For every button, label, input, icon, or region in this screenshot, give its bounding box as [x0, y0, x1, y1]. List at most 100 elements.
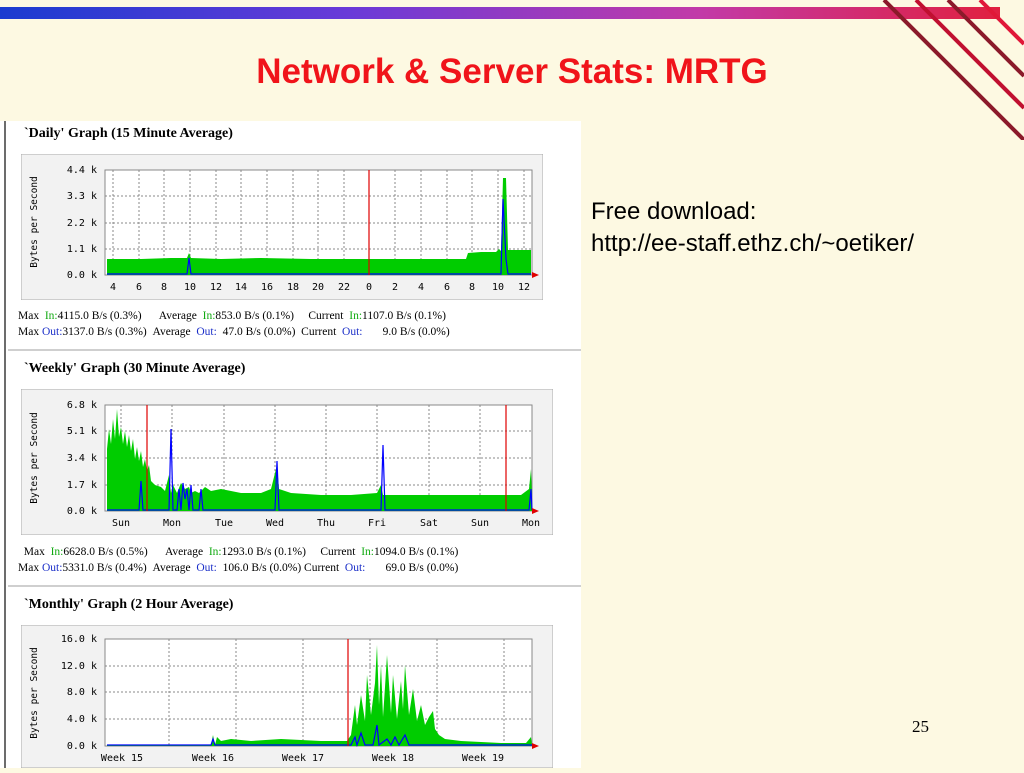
daily-ytick: 0.0 k: [67, 270, 97, 281]
monthly-xtick: Week 18: [372, 753, 414, 764]
weekly-max-out: 5331.0 B/s (0.4%): [62, 562, 147, 574]
out-label: Out:: [342, 326, 363, 338]
weekly-graph-title: `Weekly' Graph (30 Minute Average): [24, 361, 246, 376]
stat-label: Current: [320, 546, 356, 558]
page-number: 25: [912, 717, 929, 736]
monthly-graph: 16.0 k 12.0 k 8.0 k 4.0 k 0.0 k Week 15 …: [20, 624, 554, 773]
out-label: Out:: [344, 562, 366, 574]
weekly-cur-in: 1094.0 B/s (0.1%): [373, 546, 459, 558]
daily-xtick: 16: [261, 282, 273, 293]
monthly-ytick: 16.0 k: [61, 634, 97, 645]
out-label: Out:: [196, 562, 217, 574]
monthly-xtick: Week 15: [101, 753, 143, 764]
weekly-ylabel: Bytes per Second: [29, 412, 40, 504]
stat-label: Average: [158, 310, 197, 322]
weekly-avg-out: 106.0 B/s (0.0%): [222, 562, 302, 574]
weekly-xtick: Sat: [420, 518, 438, 529]
in-label: In:: [361, 546, 374, 558]
monthly-graph-title: `Monthly' Graph (2 Hour Average): [24, 597, 234, 612]
weekly-xtick: Sun: [471, 518, 489, 529]
monthly-ytick: 0.0 k: [67, 741, 97, 752]
daily-graph-title: `Daily' Graph (15 Minute Average): [24, 126, 233, 141]
daily-stats: Max In:4115.0 B/s (0.3%) Average In:853.…: [18, 308, 450, 340]
weekly-cur-out: 69.0 B/s (0.0%): [385, 562, 459, 574]
monthly-ylabel: Bytes per Second: [29, 647, 40, 739]
daily-xtick: 6: [444, 282, 450, 293]
daily-ylabel: Bytes per Second: [29, 176, 40, 268]
section-divider: [8, 585, 581, 587]
weekly-graph: 6.8 k 5.1 k 3.4 k 1.7 k 0.0 k Sun Mon Tu…: [20, 388, 554, 540]
daily-ytick: 1.1 k: [67, 244, 97, 255]
daily-xtick: 8: [469, 282, 475, 293]
in-label: In:: [349, 310, 363, 322]
weekly-graph-svg: 6.8 k 5.1 k 3.4 k 1.7 k 0.0 k Sun Mon Tu…: [20, 388, 554, 536]
download-info: Free download: http://ee-staff.ethz.ch/~…: [591, 196, 914, 260]
daily-xtick: 20: [312, 282, 324, 293]
monthly-ytick: 4.0 k: [67, 714, 97, 725]
daily-xtick: 10: [184, 282, 196, 293]
daily-xtick: 6: [136, 282, 142, 293]
out-label: Out:: [41, 562, 63, 574]
daily-xtick: 22: [338, 282, 350, 293]
download-url[interactable]: http://ee-staff.ethz.ch/~oetiker/: [591, 228, 914, 260]
weekly-ytick: 6.8 k: [67, 400, 97, 411]
daily-max-out: 3137.0 B/s (0.3%): [62, 326, 147, 338]
daily-xtick: 12: [518, 282, 530, 293]
monthly-graph-svg: 16.0 k 12.0 k 8.0 k 4.0 k 0.0 k Week 15 …: [20, 624, 554, 769]
daily-cur-out: 9.0 B/s (0.0%): [382, 326, 450, 338]
stat-label: Max: [18, 326, 40, 338]
stat-label: Current: [308, 310, 344, 322]
stat-label: Max: [23, 546, 45, 558]
daily-xtick: 0: [366, 282, 372, 293]
stat-label: Average: [152, 562, 191, 574]
weekly-avg-in: 1293.0 B/s (0.1%): [221, 546, 306, 558]
in-label: In:: [50, 546, 64, 558]
weekly-ytick: 0.0 k: [67, 506, 97, 517]
panel-left-border: [4, 121, 6, 768]
daily-xtick: 4: [110, 282, 116, 293]
section-divider: [8, 349, 581, 351]
daily-avg-out: 47.0 B/s (0.0%): [222, 326, 296, 338]
weekly-xtick: Thu: [317, 518, 335, 529]
daily-ytick: 2.2 k: [67, 218, 97, 229]
stat-label: Current: [301, 326, 337, 338]
weekly-xtick: Sun: [112, 518, 130, 529]
stat-label: Average: [152, 326, 191, 338]
out-label: Out:: [196, 326, 217, 338]
daily-ytick: 3.3 k: [67, 191, 97, 202]
stat-label: Max: [18, 562, 40, 574]
slide-title: Network & Server Stats: MRTG: [256, 52, 768, 91]
weekly-xtick: Fri: [368, 518, 386, 529]
monthly-ytick: 12.0 k: [61, 661, 97, 672]
monthly-ytick: 8.0 k: [67, 687, 97, 698]
weekly-stats: Max In:6628.0 B/s (0.5%) Average In:1293…: [18, 544, 458, 576]
daily-xtick: 2: [392, 282, 398, 293]
daily-ytick: 4.4 k: [67, 165, 97, 176]
top-gradient-bar: [0, 7, 1000, 19]
daily-xtick: 18: [287, 282, 299, 293]
daily-xtick: 8: [161, 282, 167, 293]
weekly-ytick: 5.1 k: [67, 426, 97, 437]
daily-xtick: 10: [492, 282, 504, 293]
out-label: Out:: [41, 326, 63, 338]
stat-label: Current: [304, 562, 340, 574]
daily-cur-in: 1107.0 B/s (0.1%): [362, 310, 446, 322]
daily-graph: 4.4 k 3.3 k 2.2 k 1.1 k 0.0 k 4 6 8 10 1…: [20, 153, 544, 305]
daily-xtick: 12: [210, 282, 222, 293]
stat-label: Average: [164, 546, 204, 558]
weekly-xtick: Mon: [522, 518, 540, 529]
monthly-xtick: Week 17: [282, 753, 324, 764]
weekly-xtick: Wed: [266, 518, 284, 529]
monthly-xtick: Week 19: [462, 753, 504, 764]
weekly-xtick: Mon: [163, 518, 181, 529]
weekly-ytick: 3.4 k: [67, 453, 97, 464]
in-label: In:: [202, 310, 216, 322]
monthly-xtick: Week 16: [192, 753, 234, 764]
weekly-ytick: 1.7 k: [67, 480, 97, 491]
stat-label: Max: [18, 310, 40, 322]
daily-avg-in: 853.0 B/s (0.1%): [215, 310, 294, 322]
daily-graph-svg: 4.4 k 3.3 k 2.2 k 1.1 k 0.0 k 4 6 8 10 1…: [20, 153, 544, 301]
download-label: Free download:: [591, 198, 757, 225]
weekly-xtick: Tue: [215, 518, 233, 529]
in-label: In:: [44, 310, 58, 322]
